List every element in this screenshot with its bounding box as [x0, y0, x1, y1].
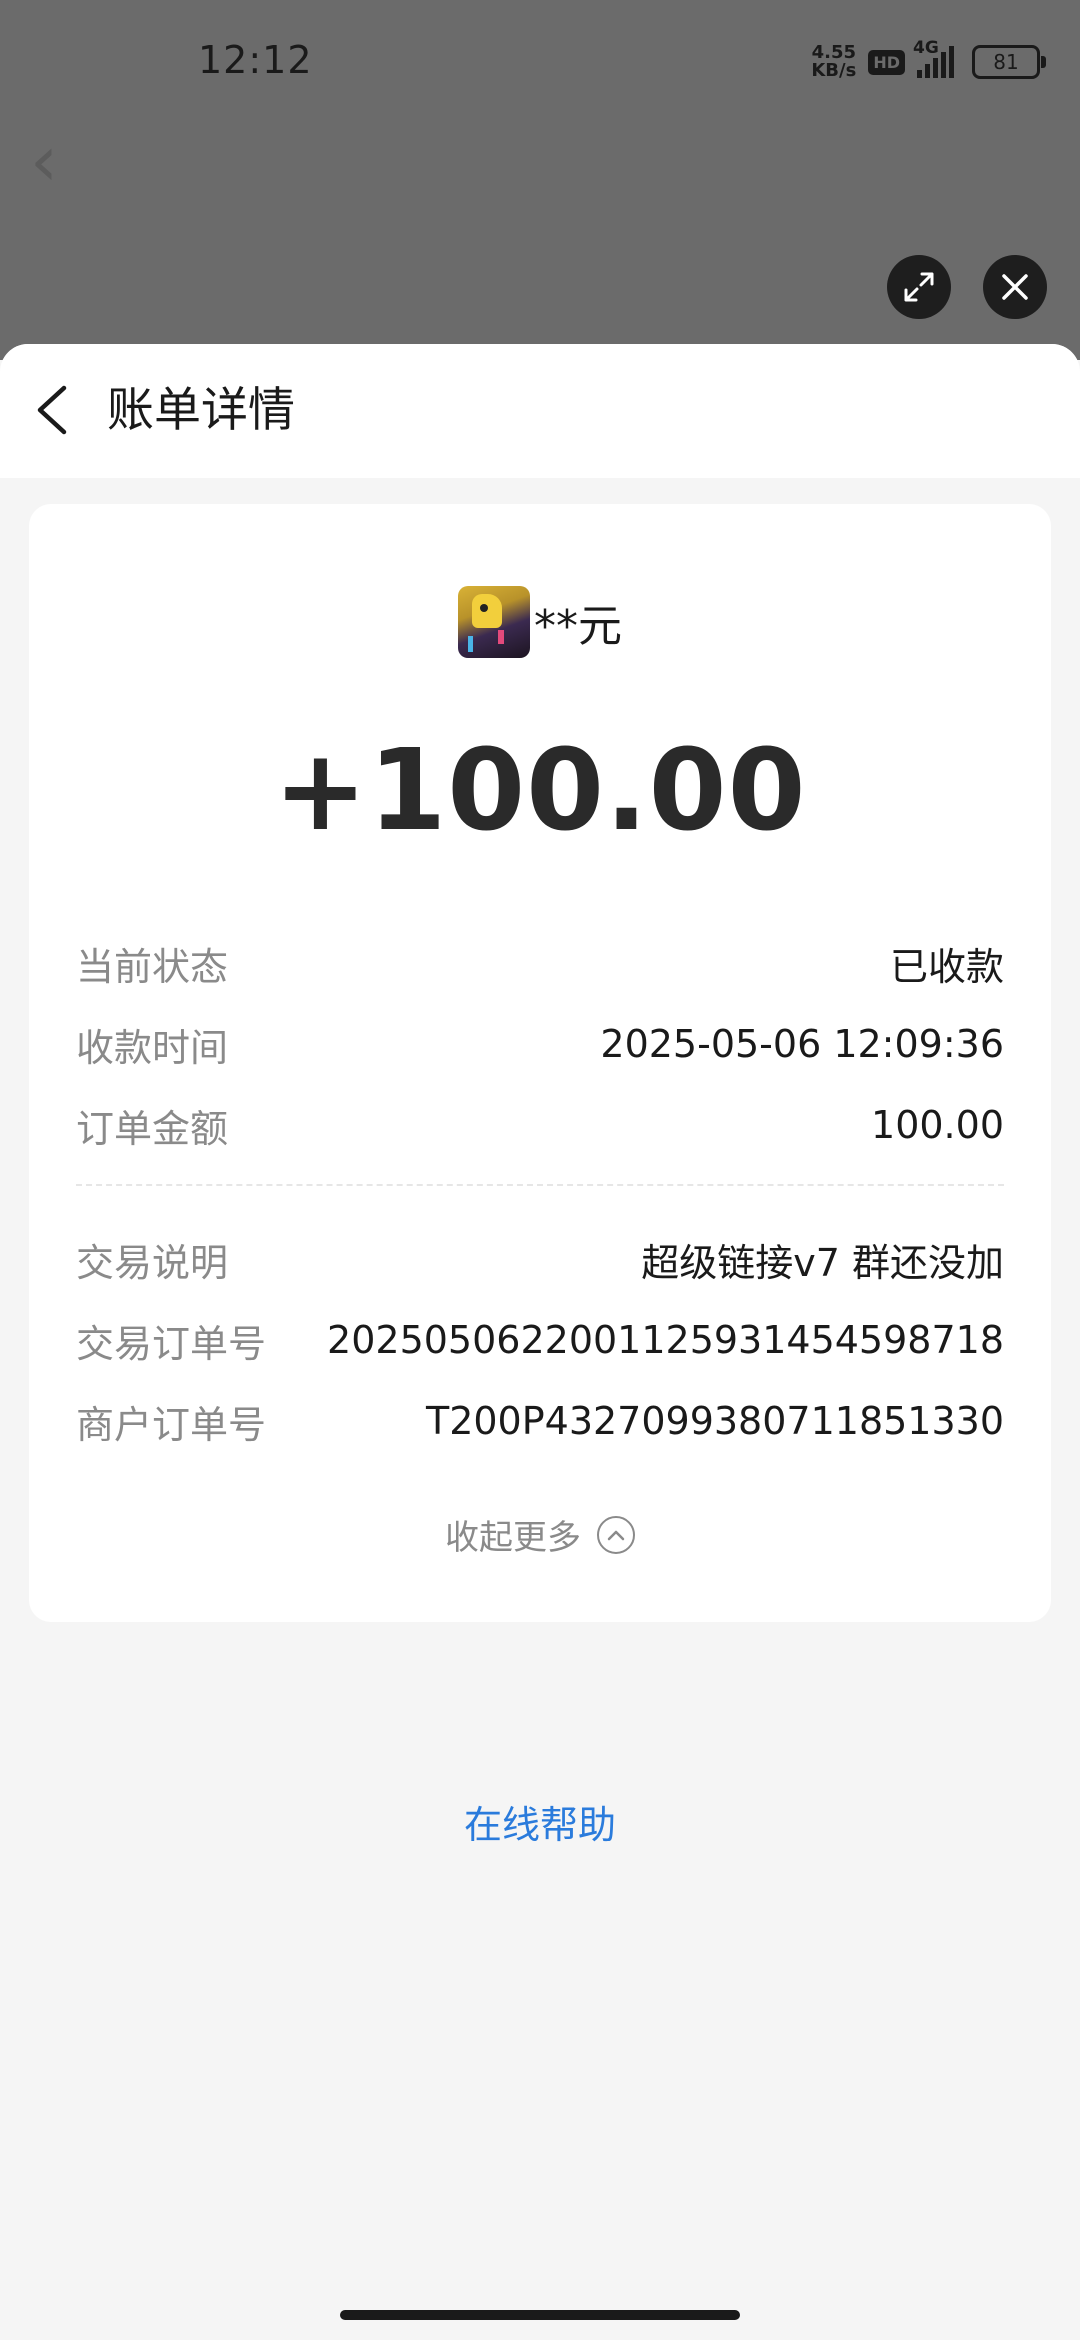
- network-speed: 4.55 KB/s: [811, 44, 856, 80]
- detail-row-order-amount: 订单金额 100.00: [76, 1095, 1004, 1155]
- detail-value: 100.00: [871, 1103, 1004, 1147]
- detail-value: 超级链接v7 群还没加: [641, 1240, 1004, 1285]
- detail-row-status: 当前状态 已收款: [76, 933, 1004, 993]
- chevron-up-circle-icon: [597, 1515, 635, 1554]
- detail-row-trade-no: 交易订单号 2025050622001125931454598718: [76, 1310, 1004, 1370]
- status-indicators: 4.55 KB/s HD 4G 81: [811, 38, 1046, 84]
- detail-value[interactable]: T200P4327099380711851330: [426, 1399, 1004, 1443]
- home-indicator[interactable]: [340, 2310, 740, 2320]
- detail-label: 当前状态: [76, 944, 229, 989]
- detail-value: 已收款: [889, 944, 1004, 989]
- close-button[interactable]: [983, 255, 1047, 319]
- network-type: 4G: [913, 38, 939, 58]
- detail-label: 交易订单号: [76, 1321, 267, 1366]
- detail-label: 商户订单号: [76, 1402, 267, 1447]
- status-time: 12:12: [198, 38, 313, 82]
- expand-button[interactable]: [887, 255, 951, 319]
- dimmed-backdrop[interactable]: 12:12 4.55 KB/s HD 4G 81 ‹: [0, 0, 1080, 360]
- collapse-more-label: 收起更多: [445, 1518, 581, 1558]
- close-icon: [1002, 274, 1028, 300]
- status-bar: 12:12 4.55 KB/s HD 4G 81: [0, 0, 1080, 124]
- detail-value: 2025-05-06 12:09:36: [600, 1022, 1004, 1066]
- detail-row-merchant-order-no: 商户订单号 T200P4327099380711851330: [76, 1391, 1004, 1451]
- network-speed-unit: KB/s: [811, 60, 857, 81]
- page-title: 账单详情: [107, 383, 295, 438]
- avatar: [458, 586, 530, 658]
- payer-name: **元: [534, 601, 622, 652]
- detail-value[interactable]: 2025050622001125931454598718: [327, 1318, 1004, 1362]
- detail-row-description: 交易说明 超级链接v7 群还没加: [76, 1229, 1004, 1289]
- detail-label: 订单金额: [76, 1106, 229, 1151]
- collapse-more-button[interactable]: 收起更多: [29, 1510, 1051, 1559]
- detail-row-time: 收款时间 2025-05-06 12:09:36: [76, 1014, 1004, 1074]
- bill-detail-sheet: 账单详情 **元 +100.00 当前状态 已收款 收款时间 2025-05-0…: [0, 344, 1080, 2340]
- back-button[interactable]: [32, 382, 72, 438]
- chevron-left-icon: [37, 385, 67, 435]
- battery-icon: 81: [972, 45, 1046, 79]
- payer-info: **元: [29, 586, 1051, 658]
- battery-level: 81: [993, 50, 1019, 74]
- background-back-icon: ‹: [30, 120, 58, 202]
- amount: +100.00: [273, 726, 807, 856]
- detail-label: 收款时间: [76, 1025, 229, 1070]
- divider: [76, 1184, 1004, 1186]
- online-help-link[interactable]: 在线帮助: [0, 1794, 1080, 1849]
- signal-icon: 4G: [913, 38, 954, 78]
- sheet-header: 账单详情: [0, 344, 1080, 478]
- hd-badge: HD: [868, 49, 905, 75]
- detail-label: 交易说明: [76, 1240, 229, 1285]
- expand-icon: [904, 272, 934, 302]
- bill-card: **元 +100.00 当前状态 已收款 收款时间 2025-05-06 12:…: [29, 504, 1051, 1622]
